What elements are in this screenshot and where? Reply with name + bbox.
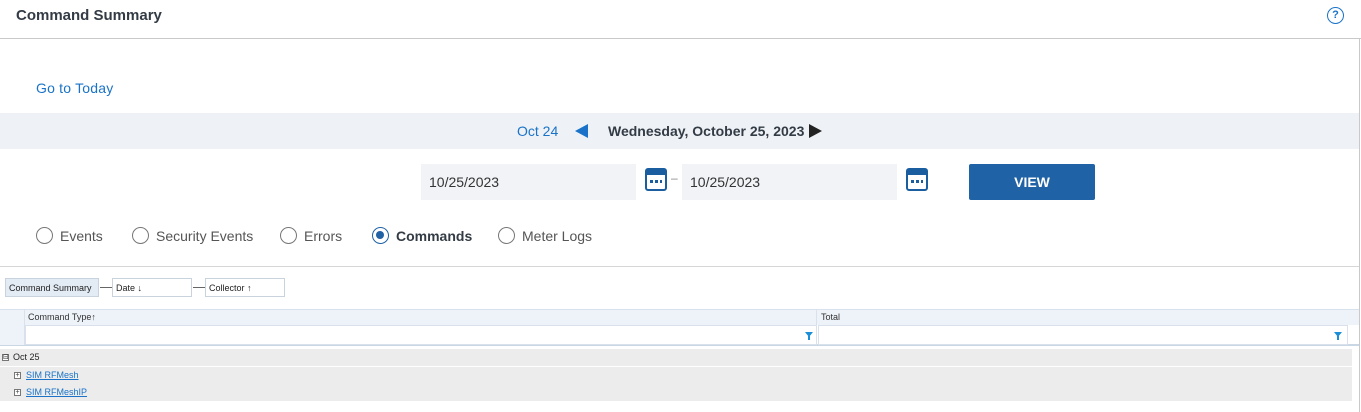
radio-label: Meter Logs xyxy=(522,227,593,244)
filter-icon[interactable] xyxy=(1334,332,1342,340)
right-divider xyxy=(1359,39,1360,412)
page-header: Command Summary ? xyxy=(0,0,1361,39)
radio-circle-icon[interactable] xyxy=(36,227,53,244)
end-date-calendar-icon[interactable] xyxy=(906,168,928,191)
start-date-input[interactable] xyxy=(421,164,636,200)
radio-meter-logs[interactable]: Meter Logs xyxy=(498,227,592,244)
previous-day-link[interactable]: Oct 24 xyxy=(517,123,558,139)
subgroup-link[interactable]: SIM RFMeshIP xyxy=(26,387,87,397)
column-header-command-type[interactable]: Command Type↑ xyxy=(25,310,817,326)
radio-label: Events xyxy=(60,227,103,244)
expand-icon[interactable]: + xyxy=(14,389,21,396)
go-to-today-link[interactable]: Go to Today xyxy=(36,80,113,96)
radio-commands[interactable]: Commands xyxy=(372,227,472,244)
subgroup-row[interactable]: + SIM RFMeshIP xyxy=(0,384,1352,401)
total-filter-input[interactable] xyxy=(818,325,1348,345)
current-date-label: Wednesday, October 25, 2023 xyxy=(608,123,805,139)
filter-icon[interactable] xyxy=(805,332,813,340)
view-button[interactable]: VIEW xyxy=(969,164,1095,200)
subgroup-row[interactable]: + SIM RFMesh xyxy=(0,367,1352,384)
header-spacer xyxy=(0,310,25,326)
previous-day-arrow-icon[interactable] xyxy=(575,124,588,138)
radio-security-events[interactable]: Security Events xyxy=(132,227,253,244)
page-title: Command Summary xyxy=(16,7,162,24)
group-row-label: Oct 25 xyxy=(13,352,40,362)
group-chip-command-summary[interactable]: Command Summary xyxy=(5,278,99,297)
filter-spacer xyxy=(0,325,25,345)
radio-circle-icon[interactable] xyxy=(498,227,515,244)
help-icon[interactable]: ? xyxy=(1327,7,1344,24)
report-type-radio-group: Events Security Events Errors Commands M… xyxy=(0,227,700,249)
group-connector xyxy=(100,287,112,288)
date-navigation-bar: Oct 24 Wednesday, October 25, 2023 xyxy=(0,113,1359,149)
grid-filter-row xyxy=(0,325,1359,346)
group-chip-date[interactable]: Date ↓ xyxy=(112,278,192,297)
next-day-arrow-icon[interactable] xyxy=(809,124,822,138)
radio-events[interactable]: Events xyxy=(36,227,103,244)
end-date-input[interactable] xyxy=(682,164,897,200)
group-row[interactable]: ⊟ Oct 25 xyxy=(0,349,1352,366)
radio-circle-icon[interactable] xyxy=(372,227,389,244)
start-date-calendar-icon[interactable] xyxy=(645,168,667,191)
radio-errors[interactable]: Errors xyxy=(280,227,342,244)
group-chip-collector[interactable]: Collector ↑ xyxy=(205,278,285,297)
column-header-total[interactable]: Total xyxy=(818,310,1348,326)
radio-label: Errors xyxy=(304,227,343,244)
collapse-icon[interactable]: ⊟ xyxy=(2,354,9,361)
group-by-panel: Command Summary Date ↓ Collector ↑ xyxy=(0,267,1359,308)
grid-header-row: Command Type↑ Total xyxy=(0,309,1359,326)
subgroup-link[interactable]: SIM RFMesh xyxy=(26,370,79,380)
radio-circle-icon[interactable] xyxy=(280,227,297,244)
command-type-filter-input[interactable] xyxy=(25,325,817,345)
group-connector xyxy=(193,287,205,288)
expand-icon[interactable]: + xyxy=(14,372,21,379)
date-range-separator: – xyxy=(671,171,678,185)
radio-label: Commands xyxy=(396,227,473,244)
radio-circle-icon[interactable] xyxy=(132,227,149,244)
radio-label: Security Events xyxy=(156,227,254,244)
